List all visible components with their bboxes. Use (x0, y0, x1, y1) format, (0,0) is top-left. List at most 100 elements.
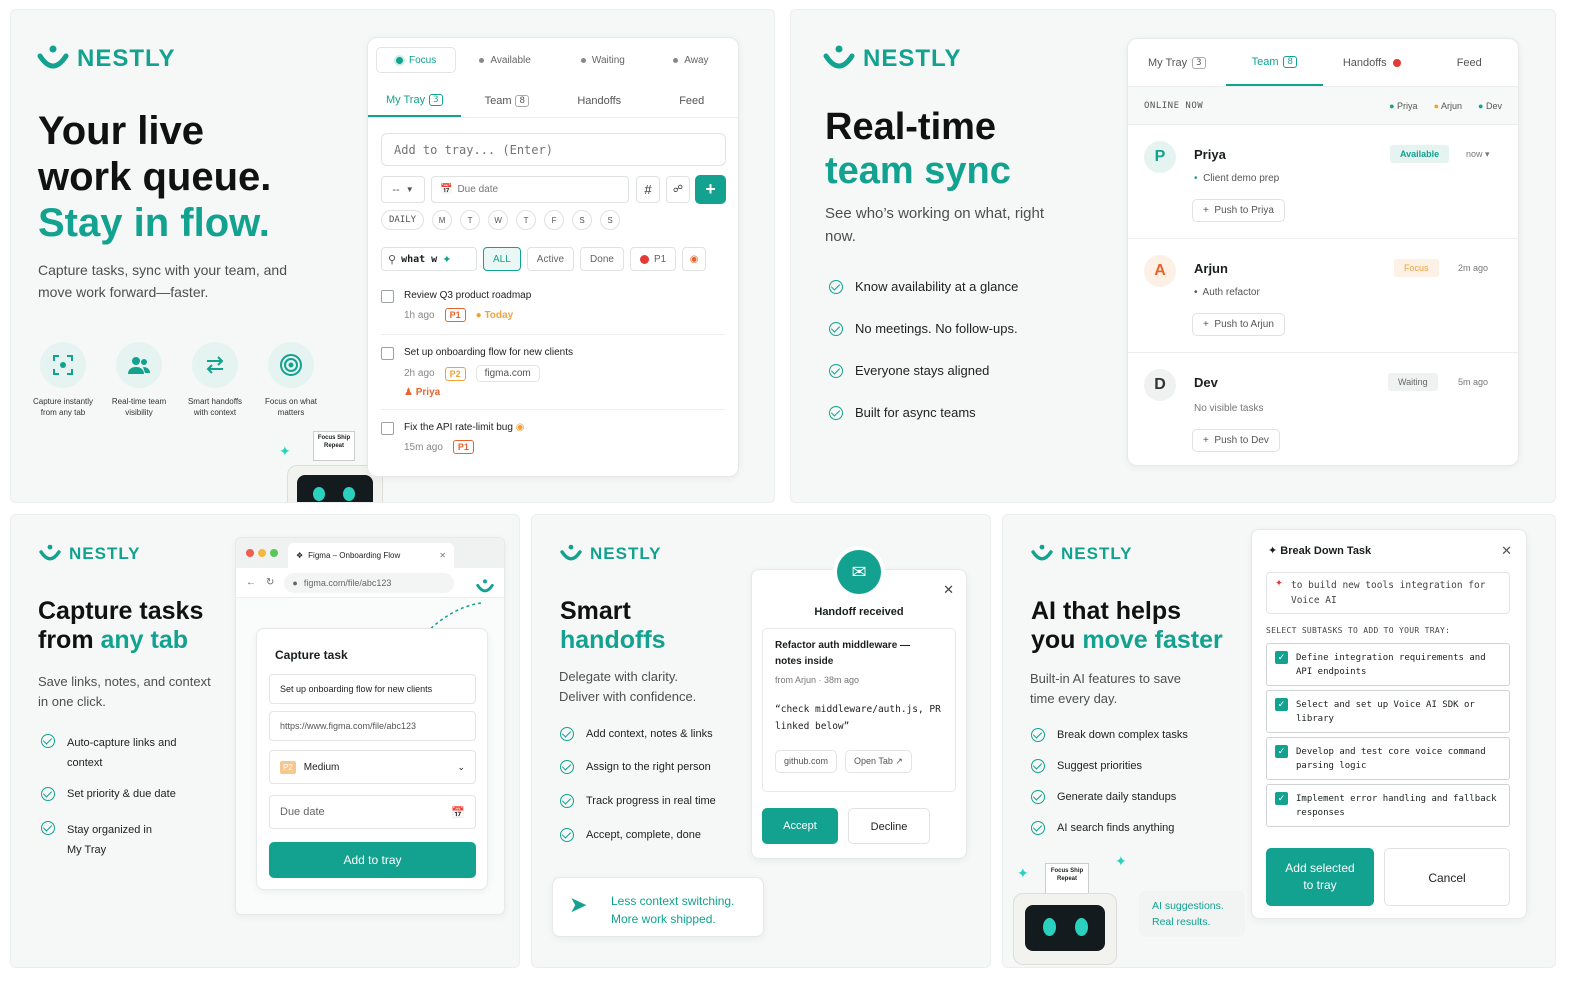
task-checkbox[interactable] (381, 422, 394, 435)
subtask-item[interactable]: ✓ Define integration requirements and AP… (1266, 643, 1510, 686)
open-tab-button[interactable]: Open Tab ↗ (845, 750, 912, 773)
banner-line2: More work shipped. (611, 912, 716, 926)
subtask-item[interactable]: ✓ Develop and test core voice command pa… (1266, 737, 1510, 780)
add-to-tray-button[interactable]: Add to tray (269, 842, 476, 878)
check-icon (1031, 821, 1045, 835)
checkbox-checked[interactable]: ✓ (1275, 651, 1288, 664)
github-link[interactable]: github.com (775, 750, 838, 773)
tab-feed[interactable]: Feed (1421, 39, 1519, 86)
tab-team[interactable]: Team 8 (461, 84, 554, 117)
push-button[interactable]: + Push to Arjun (1192, 313, 1285, 336)
close-icon[interactable]: ✕ (1501, 543, 1512, 559)
rocket-icon: ➤ (569, 892, 588, 917)
task-row[interactable]: Fix the API rate-limit bug ◉ 15m ago P1 (381, 410, 725, 465)
lock-filter[interactable]: ◉ (682, 247, 707, 271)
search-filter[interactable]: ⚲ what w ✦ (381, 247, 477, 271)
status-waiting[interactable]: Waiting (554, 47, 652, 73)
reload-icon[interactable]: ↻ (266, 577, 274, 588)
headline-accent: handoffs (560, 625, 666, 654)
feature-item: Suggest priorities (1031, 759, 1142, 773)
checkbox-checked[interactable]: ✓ (1275, 792, 1288, 805)
member-task: • Auth refactor (1194, 287, 1260, 298)
priority-badge: P2 (280, 760, 296, 774)
priority-select[interactable]: -- ▼ (381, 176, 425, 203)
subtask-item[interactable]: ✓ Implement error handling and fallback … (1266, 784, 1510, 827)
member-row: A Arjun Focus 2m ago • Auth refactor + P… (1128, 239, 1518, 353)
tab-handoffs[interactable]: Handoffs (1323, 39, 1421, 86)
link-chip[interactable]: figma.com (475, 365, 540, 382)
push-button[interactable]: + Push to Priya (1192, 199, 1285, 222)
add-to-tray-input[interactable] (381, 133, 726, 166)
team-app: My Tray 3 Team 8 Handoffs Feed ONLINE NOW … (1127, 38, 1519, 466)
member-row: P Priya Available now ▾ • Client demo pr… (1128, 125, 1518, 239)
headline: Your live work queue. Stay in flow. (38, 108, 271, 246)
day-chip[interactable]: M (432, 210, 453, 230)
headline-line1: Real-time (825, 106, 997, 148)
priority-tag: P1 (452, 440, 474, 454)
task-input[interactable]: Set up onboarding flow for new clients (269, 674, 476, 704)
filter-done[interactable]: Done (580, 247, 624, 271)
notification-dot (1392, 58, 1401, 67)
checkbox-checked[interactable]: ✓ (1275, 698, 1288, 711)
window-dot-red[interactable] (246, 549, 254, 557)
close-icon[interactable]: ✕ (439, 551, 446, 560)
subtask-item[interactable]: ✓ Select and set up Voice AI SDK or libr… (1266, 690, 1510, 733)
add-selected-button[interactable]: Add selected to tray (1266, 848, 1374, 906)
modal-title: Handoff received (814, 606, 904, 618)
sparkle-icon: ✦ (279, 443, 291, 459)
lock-icon: ● (292, 577, 298, 588)
feature-item: Accept, complete, done (560, 828, 701, 842)
status-away[interactable]: Away (652, 47, 730, 73)
day-chip[interactable]: T (516, 210, 537, 230)
day-chip[interactable]: W (488, 210, 509, 230)
filter-active[interactable]: Active (526, 247, 575, 271)
push-button[interactable]: + Push to Dev (1192, 429, 1280, 452)
accept-button[interactable]: Accept (762, 808, 838, 844)
target-icon (268, 342, 314, 388)
day-chip[interactable]: F (544, 210, 565, 230)
tab-feed[interactable]: Feed (646, 84, 739, 117)
tab-my-tray[interactable]: My Tray 3 (1128, 39, 1226, 86)
handoff-meta: from Arjun · 38m ago (775, 675, 860, 685)
link-input[interactable]: https://www.figma.com/file/abc123 (269, 711, 476, 741)
day-chip[interactable]: T (460, 210, 481, 230)
task-row[interactable]: Set up onboarding flow for new clients 2… (381, 335, 725, 410)
status-available[interactable]: Available (456, 47, 554, 73)
status-focus[interactable]: Focus (376, 47, 457, 73)
online-arjun: ● Arjun (1433, 100, 1463, 111)
browser-tab[interactable]: ❖ Figma – Onboarding Flow ✕ (288, 543, 454, 568)
task-row[interactable]: Review Q3 product roadmap 1h ago P1 ● To… (381, 280, 725, 335)
prompt-box[interactable]: ✦ to build new tools integration for Voi… (1266, 572, 1510, 614)
status-badge: Focus (1394, 259, 1439, 277)
feature-item: Generate daily standups (1031, 790, 1176, 804)
priority-select[interactable]: P2 Medium ⌄ (269, 750, 476, 784)
repeat-daily[interactable]: DAILY (381, 210, 425, 230)
panel-team-sync: NESTLY Real-time team sync See who’s wor… (790, 9, 1556, 503)
panel-handoffs: NESTLY Smart handoffs Delegate with clar… (531, 514, 991, 968)
link-icon[interactable]: ☍ (666, 176, 690, 203)
add-button[interactable]: + (695, 175, 726, 204)
check-icon (1031, 728, 1045, 742)
filter-all[interactable]: ALL (483, 247, 521, 271)
due-today: ● Today (475, 309, 514, 321)
decline-button[interactable]: Decline (848, 808, 930, 844)
due-date-input[interactable]: Due date 📅 (269, 795, 476, 829)
window-dot-green[interactable] (270, 549, 278, 557)
url-field[interactable]: ● figma.com/file/abc123 (284, 572, 455, 593)
back-icon[interactable]: ← (246, 577, 256, 588)
cancel-button[interactable]: Cancel (1384, 848, 1510, 906)
window-dot-yellow[interactable] (258, 549, 266, 557)
tab-team[interactable]: Team 8 (1225, 39, 1323, 86)
day-chip[interactable]: S (600, 210, 621, 230)
filter-p1[interactable]: P1 (629, 247, 677, 271)
day-chip[interactable]: S (572, 210, 593, 230)
tab-handoffs[interactable]: Handoffs (553, 84, 646, 117)
tab-my-tray[interactable]: My Tray 3 (368, 84, 461, 117)
headline-accent: move faster (1082, 625, 1223, 654)
task-checkbox[interactable] (381, 290, 394, 303)
task-checkbox[interactable] (381, 347, 394, 360)
hashtag-button[interactable]: # (636, 176, 660, 203)
close-icon[interactable]: ✕ (943, 582, 954, 598)
checkbox-checked[interactable]: ✓ (1275, 745, 1288, 758)
due-date-field[interactable]: 📅 Due date (431, 176, 629, 203)
